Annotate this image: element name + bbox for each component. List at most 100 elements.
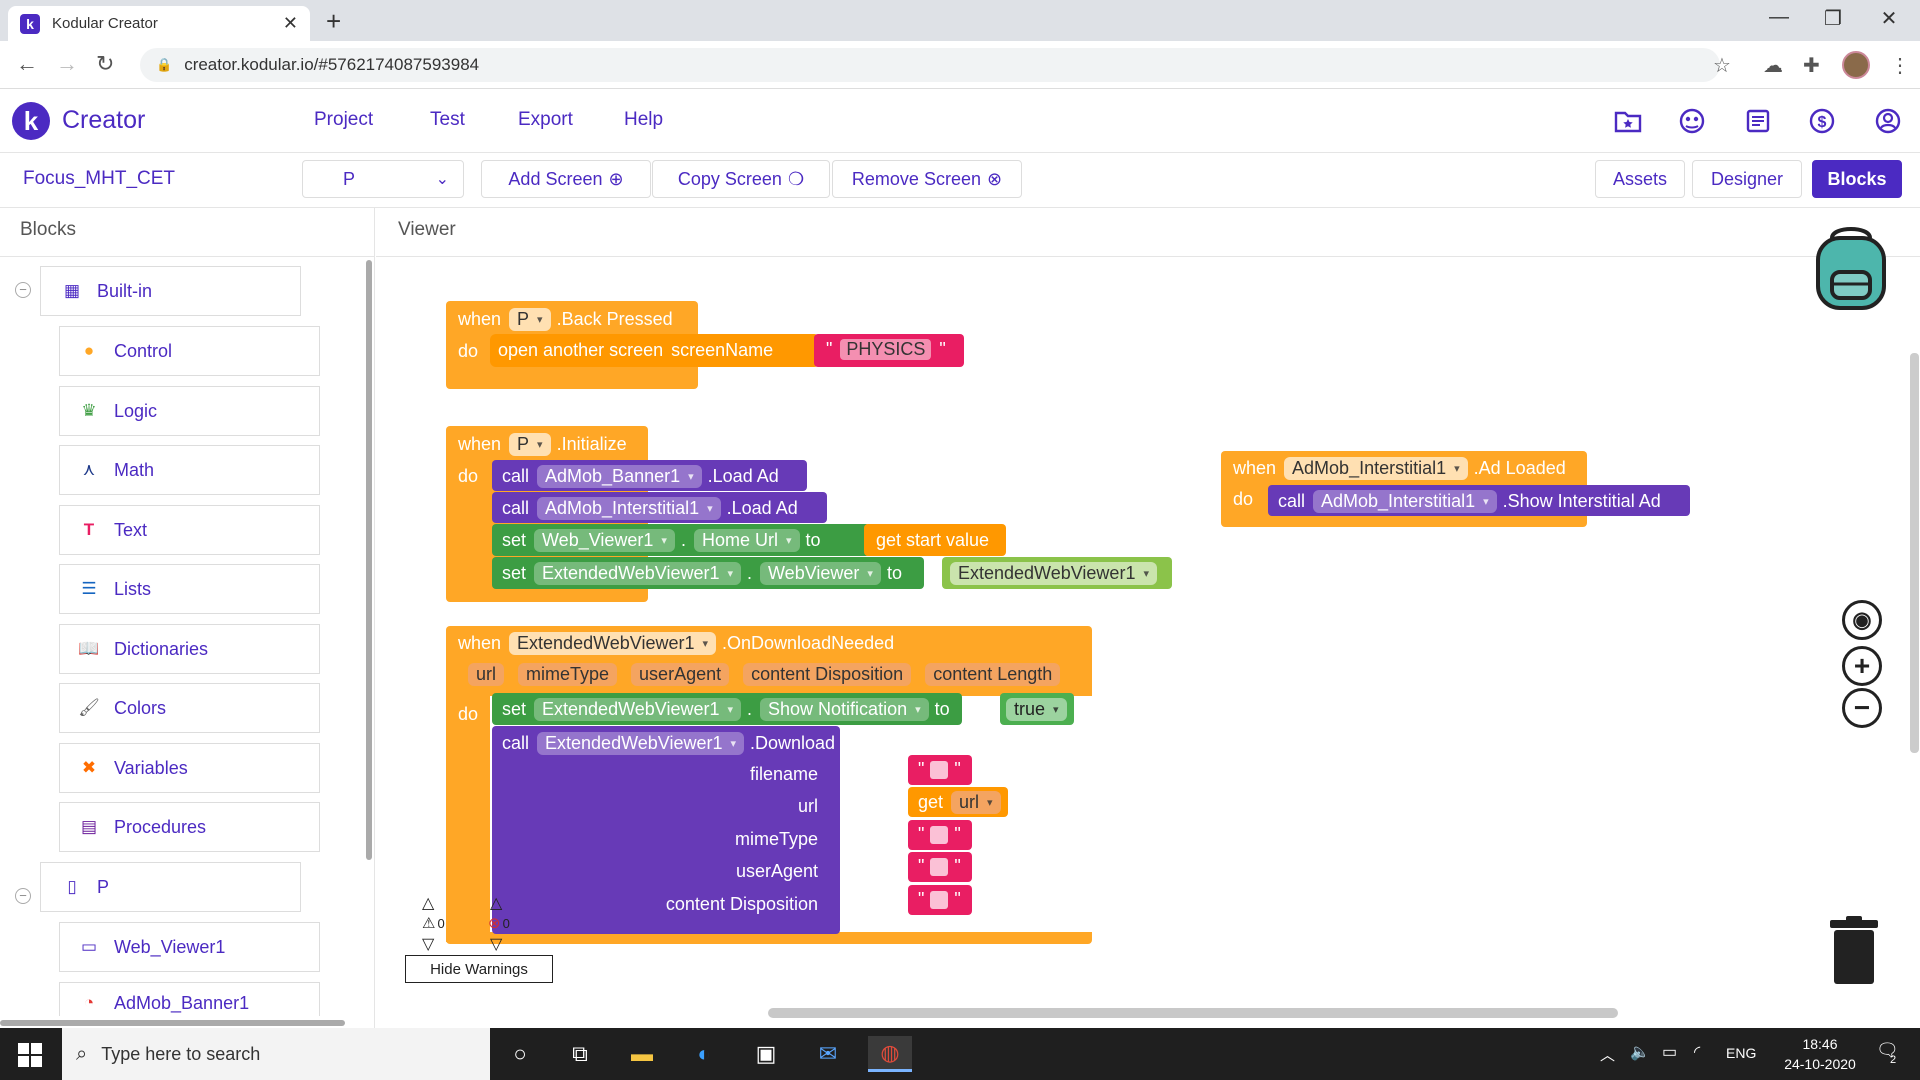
tree-item-control[interactable]: ● Control bbox=[59, 326, 320, 376]
battery-icon[interactable]: ▭ bbox=[1662, 1042, 1677, 1062]
component-dropdown[interactable]: AdMob_Interstitial1 bbox=[1284, 457, 1468, 480]
get-start-value-block[interactable]: get start value bbox=[864, 524, 1006, 556]
open-another-screen-block[interactable]: open another screen screenName bbox=[490, 334, 820, 367]
empty-text-field[interactable] bbox=[930, 825, 949, 844]
call-block-download-file[interactable]: call ExtendedWebViewer1 .Download File f… bbox=[492, 726, 869, 934]
menu-test[interactable]: Test bbox=[430, 109, 465, 131]
collapse-builtin-icon[interactable]: − bbox=[15, 282, 31, 298]
tree-component-admob-banner[interactable]: ◔ AdMob_Banner1 bbox=[59, 982, 320, 1016]
tree-screen-p[interactable]: ▯ P bbox=[40, 862, 301, 912]
event-param[interactable]: mimeType bbox=[518, 663, 618, 686]
extension-icon[interactable]: ☁ bbox=[1763, 53, 1783, 78]
menu-export[interactable]: Export bbox=[518, 109, 573, 131]
tree-item-procedures[interactable]: ▤ Procedures bbox=[59, 802, 320, 852]
component-dropdown[interactable]: ExtendedWebViewer1 bbox=[534, 562, 741, 585]
tree-item-dictionaries[interactable]: 📖 Dictionaries bbox=[59, 624, 320, 674]
documentation-icon[interactable] bbox=[1744, 107, 1772, 135]
reload-icon[interactable]: ↻ bbox=[96, 51, 114, 77]
wifi-icon[interactable]: ◜ bbox=[1694, 1042, 1700, 1062]
event-param[interactable]: content Length bbox=[925, 663, 1061, 686]
cortana-icon[interactable]: ○ bbox=[498, 1036, 542, 1072]
assets-button[interactable]: Assets bbox=[1595, 160, 1685, 198]
tab-close-icon[interactable]: ✕ bbox=[283, 13, 298, 34]
call-block-interstitial-load[interactable]: call AdMob_Interstitial1 .Load Ad bbox=[492, 492, 827, 523]
windows-start-icon[interactable] bbox=[18, 1043, 42, 1067]
tree-item-colors[interactable]: 🖌 Colors bbox=[59, 683, 320, 733]
menu-help[interactable]: Help bbox=[624, 109, 663, 131]
blocks-viewer[interactable]: Viewer when P .Back Pressed do open anot… bbox=[376, 208, 1920, 1028]
tree-item-logic[interactable]: ♛ Logic bbox=[59, 386, 320, 436]
backpack-icon[interactable] bbox=[1810, 224, 1892, 312]
viewer-hscrollbar[interactable] bbox=[768, 1008, 1618, 1018]
component-dropdown[interactable]: P bbox=[509, 433, 551, 456]
tray-chevron-icon[interactable]: ︿ bbox=[1600, 1044, 1615, 1065]
warnings-up-icon[interactable]: △ bbox=[422, 893, 434, 913]
close-window-icon[interactable]: ✕ bbox=[1864, 6, 1914, 31]
property-dropdown[interactable]: Home Url bbox=[693, 529, 800, 552]
component-dropdown[interactable]: AdMob_Banner1 bbox=[537, 465, 702, 488]
task-view-icon[interactable]: ⧉ bbox=[558, 1036, 602, 1072]
minimize-icon[interactable]: — bbox=[1754, 6, 1804, 29]
property-dropdown[interactable]: Show Notification bbox=[760, 698, 929, 721]
event-block-on-download-needed[interactable]: when ExtendedWebViewer1 .OnDownloadNeede… bbox=[446, 626, 1092, 696]
set-block-webviewer[interactable]: set ExtendedWebViewer1 . WebViewer to bbox=[492, 557, 924, 589]
empty-text-field[interactable] bbox=[930, 857, 949, 876]
tree-item-lists[interactable]: ☰ Lists bbox=[59, 564, 320, 614]
set-block-home-url[interactable]: set Web_Viewer1 . Home Url to bbox=[492, 524, 870, 556]
empty-text-block[interactable]: " " bbox=[908, 852, 972, 882]
set-block-show-notification[interactable]: set ExtendedWebViewer1 . Show Notificati… bbox=[492, 693, 962, 725]
new-tab-button[interactable]: + bbox=[326, 6, 341, 37]
get-variable-block[interactable]: get url bbox=[908, 787, 1008, 817]
empty-text-block[interactable]: " " bbox=[908, 755, 972, 785]
clock-date[interactable]: 24-10-2020 bbox=[1772, 1056, 1868, 1072]
variable-dropdown[interactable]: url bbox=[951, 791, 1001, 814]
empty-text-block[interactable]: " " bbox=[908, 885, 972, 915]
taskbar-search-input[interactable]: ⌕ Type here to search bbox=[62, 1028, 490, 1080]
dollar-icon[interactable]: $ bbox=[1808, 107, 1836, 135]
empty-text-field[interactable] bbox=[930, 760, 949, 779]
restore-icon[interactable]: ❐ bbox=[1808, 6, 1858, 31]
component-dropdown[interactable]: ExtendedWebViewer1 bbox=[509, 632, 717, 655]
text-block-physics[interactable]: " PHYSICS " bbox=[814, 334, 964, 367]
event-param[interactable]: userAgent bbox=[631, 663, 730, 686]
remove-screen-button[interactable]: Remove Screen ⊗ bbox=[832, 160, 1022, 198]
component-dropdown[interactable]: ExtendedWebViewer1 bbox=[534, 698, 741, 721]
component-dropdown[interactable]: ExtendedWebViewer1 bbox=[537, 732, 744, 755]
designer-button[interactable]: Designer bbox=[1692, 160, 1802, 198]
chrome-icon[interactable]: ◍ bbox=[868, 1036, 912, 1072]
back-icon[interactable]: ← bbox=[16, 51, 38, 77]
event-param[interactable]: url bbox=[468, 663, 505, 686]
bookmark-star-icon[interactable]: ☆ bbox=[1713, 53, 1731, 78]
blocks-panel-hscrollbar[interactable] bbox=[0, 1020, 345, 1026]
mail-icon[interactable]: ✉ bbox=[806, 1036, 850, 1072]
hide-warnings-button[interactable]: Hide Warnings bbox=[405, 955, 553, 983]
component-dropdown[interactable]: AdMob_Interstitial1 bbox=[537, 497, 721, 520]
boolean-block-true[interactable]: true bbox=[1000, 693, 1074, 725]
clock-time[interactable]: 18:46 bbox=[1790, 1036, 1850, 1052]
empty-text-field[interactable] bbox=[930, 890, 949, 909]
community-icon[interactable] bbox=[1678, 107, 1706, 135]
tree-item-text[interactable]: T Text bbox=[59, 505, 320, 555]
account-icon[interactable] bbox=[1874, 107, 1902, 135]
call-block-banner-load[interactable]: call AdMob_Banner1 .Load Ad bbox=[492, 460, 807, 491]
tree-component-web-viewer[interactable]: ▭ Web_Viewer1 bbox=[59, 922, 320, 972]
errors-down-icon[interactable]: ▽ bbox=[490, 934, 502, 954]
browser-tab[interactable]: k Kodular Creator ✕ bbox=[8, 6, 310, 41]
browser-profile-avatar[interactable] bbox=[1842, 51, 1870, 79]
screen-selector[interactable]: P ⌄ bbox=[302, 160, 464, 198]
zoom-out-icon[interactable]: − bbox=[1842, 688, 1882, 728]
viewer-vscrollbar[interactable] bbox=[1910, 353, 1919, 753]
component-dropdown[interactable]: Web_Viewer1 bbox=[534, 529, 675, 552]
call-block-show-interstitial[interactable]: call AdMob_Interstitial1 .Show Interstit… bbox=[1268, 485, 1690, 516]
edge-icon[interactable]: ◐ bbox=[682, 1036, 726, 1072]
language-indicator[interactable]: ENG bbox=[1726, 1045, 1756, 1061]
warnings-down-icon[interactable]: ▽ bbox=[422, 934, 434, 954]
component-dropdown[interactable]: AdMob_Interstitial1 bbox=[1313, 490, 1497, 513]
property-dropdown[interactable]: WebViewer bbox=[760, 562, 881, 585]
tree-builtin[interactable]: ▦ Built-in bbox=[40, 266, 301, 316]
collapse-screen-icon[interactable]: − bbox=[15, 888, 31, 904]
zoom-in-icon[interactable]: + bbox=[1842, 646, 1882, 686]
forward-icon[interactable]: → bbox=[56, 51, 78, 77]
store-icon[interactable]: ▣ bbox=[744, 1036, 788, 1072]
blocks-button[interactable]: Blocks bbox=[1812, 160, 1902, 198]
